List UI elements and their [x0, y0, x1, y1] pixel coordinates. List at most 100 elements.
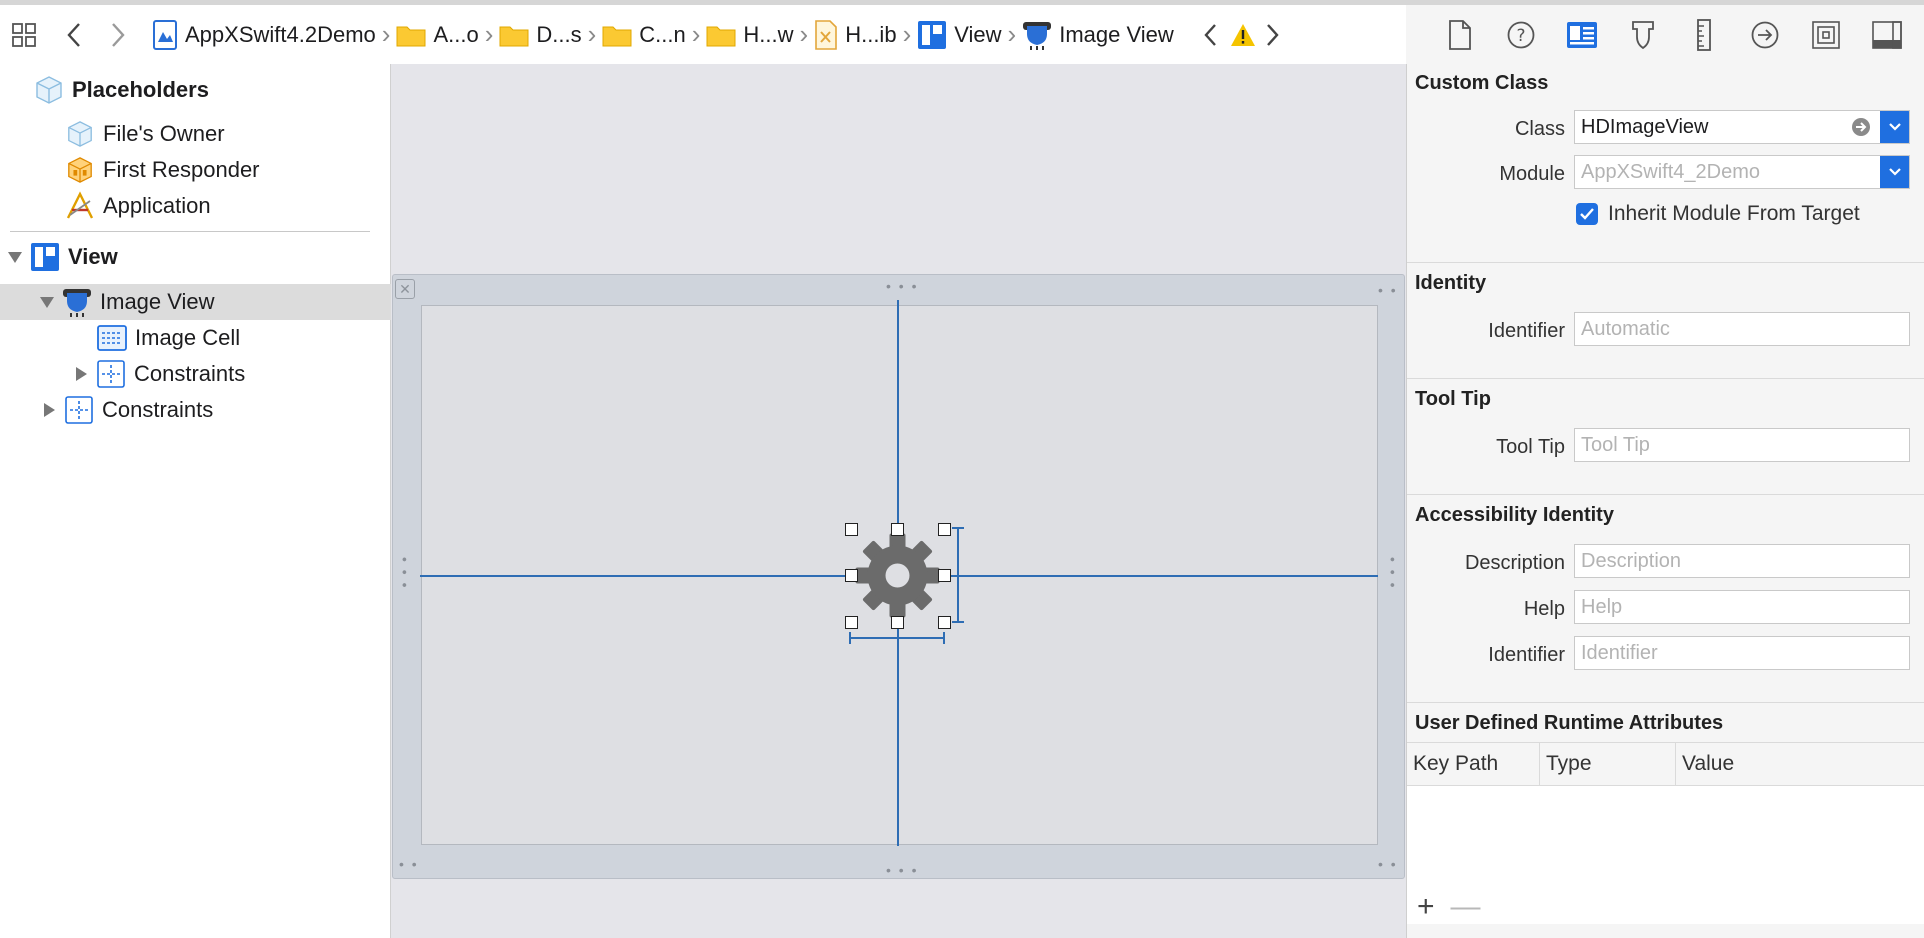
outline-item-files-owner[interactable]: File's Owner: [0, 116, 391, 152]
help-field[interactable]: Help: [1574, 590, 1910, 624]
resize-handle-bottom[interactable]: • • •: [886, 863, 918, 877]
bindings-icon: [1812, 20, 1840, 49]
resize-handle-top-right[interactable]: • •: [1378, 283, 1398, 297]
breadcrumb-image-view[interactable]: Image View: [1022, 15, 1174, 55]
document-outline: Placeholders File's Owner First Responde…: [0, 64, 391, 938]
selection-handle-bottom[interactable]: [891, 616, 904, 629]
section-divider: [1407, 702, 1924, 703]
selected-image-view[interactable]: [850, 528, 945, 623]
resize-handle-top[interactable]: • • •: [886, 279, 918, 293]
resize-handle-left[interactable]: • • •: [397, 557, 413, 589]
next-issue-button[interactable]: [1258, 15, 1288, 55]
selection-handle-top-left[interactable]: [845, 523, 858, 536]
forward-button[interactable]: [96, 15, 140, 55]
breadcrumb-view[interactable]: View: [917, 15, 1002, 55]
section-title-runtime-attributes: User Defined Runtime Attributes: [1415, 712, 1724, 734]
outline-item-constraints-outer[interactable]: Constraints: [0, 392, 391, 428]
breadcrumb-folder-1[interactable]: A...o: [396, 15, 479, 55]
disclosure-open-icon[interactable]: [38, 293, 56, 311]
selection-handle-left[interactable]: [845, 569, 858, 582]
gear-icon: [855, 533, 940, 618]
outline-item-application[interactable]: Application: [0, 188, 391, 224]
help-icon: ?: [1507, 21, 1535, 48]
description-label: Description: [1464, 552, 1565, 574]
chevron-down-icon: [1889, 123, 1901, 131]
selection-handle-top-right[interactable]: [938, 523, 951, 536]
identity-inspector: Custom Class Class HDImageView Module Ap…: [1406, 64, 1924, 938]
outline-section-title: Placeholders: [72, 77, 209, 102]
back-button[interactable]: [52, 15, 96, 55]
section-divider: [1407, 494, 1924, 495]
accessibility-identifier-label: Identifier: [1488, 644, 1565, 666]
column-header-value[interactable]: Value: [1676, 742, 1924, 786]
chevron-right-icon: [112, 22, 125, 47]
resize-handle-right[interactable]: • • •: [1385, 557, 1401, 589]
section-title-tool-tip: Tool Tip: [1415, 388, 1491, 410]
breadcrumb-separator: ›: [484, 19, 494, 49]
class-field[interactable]: HDImageView: [1574, 110, 1910, 144]
description-field[interactable]: Description: [1574, 544, 1910, 578]
related-items-button[interactable]: [2, 15, 46, 55]
resize-handle-bottom-left[interactable]: • •: [399, 857, 419, 871]
disclosure-open-icon[interactable]: [6, 248, 24, 266]
outline-item-image-cell[interactable]: Image Cell: [0, 320, 391, 356]
add-attribute-button[interactable]: +: [1417, 892, 1435, 922]
selection-handle-bottom-right[interactable]: [938, 616, 951, 629]
connections-inspector-tab[interactable]: [1747, 17, 1783, 53]
module-placeholder: AppXSwift4_2Demo: [1581, 161, 1760, 183]
breadcrumb-label: AppXSwift4.2Demo: [185, 21, 376, 47]
runtime-attributes-table[interactable]: [1407, 786, 1924, 924]
identity-inspector-tab[interactable]: [1564, 17, 1600, 53]
help-label: Help: [1523, 598, 1565, 620]
placeholder-cube-icon: [34, 75, 64, 105]
section-title-custom-class: Custom Class: [1415, 72, 1549, 94]
breadcrumb-separator: ›: [799, 19, 809, 49]
attributes-inspector-tab[interactable]: [1625, 17, 1661, 53]
outline-item-first-responder[interactable]: First Responder: [0, 152, 391, 188]
breadcrumb-project[interactable]: AppXSwift4.2Demo: [152, 15, 376, 55]
height-constraint-indicator: [952, 527, 964, 623]
file-inspector-tab[interactable]: [1442, 17, 1478, 53]
column-header-type[interactable]: Type: [1540, 742, 1676, 786]
breadcrumb-folder-3[interactable]: C...n: [602, 15, 686, 55]
disclosure-closed-icon[interactable]: [40, 401, 58, 419]
module-dropdown-button[interactable]: [1880, 156, 1909, 188]
breadcrumb-xib-file[interactable]: H...ib: [814, 15, 897, 55]
selection-handle-bottom-left[interactable]: [845, 616, 858, 629]
outline-item-view[interactable]: View: [0, 239, 391, 275]
size-inspector-tab[interactable]: [1686, 17, 1722, 53]
identity-identifier-field[interactable]: Automatic: [1574, 312, 1910, 346]
remove-attribute-button[interactable]: —: [1451, 892, 1481, 922]
section-divider: [1407, 378, 1924, 379]
quick-help-tab[interactable]: ?: [1503, 17, 1539, 53]
issue-warning-button[interactable]: [1228, 15, 1258, 55]
breadcrumb-label: Image View: [1059, 21, 1174, 47]
view-effects-inspector-tab[interactable]: [1869, 17, 1905, 53]
breadcrumb-folder-2[interactable]: D...s: [499, 15, 582, 55]
first-responder-cube-icon: [65, 155, 95, 185]
inherit-module-checkbox[interactable]: [1576, 203, 1598, 225]
resize-handle-bottom-right[interactable]: • •: [1378, 857, 1398, 871]
tool-tip-field[interactable]: Tool Tip: [1574, 428, 1910, 462]
accessibility-identifier-field[interactable]: Identifier: [1574, 636, 1910, 670]
file-icon: [1449, 19, 1471, 50]
disclosure-closed-icon[interactable]: [72, 365, 90, 383]
tool-tip-label: Tool Tip: [1496, 436, 1565, 458]
previous-issue-button[interactable]: [1192, 15, 1228, 55]
bindings-inspector-tab[interactable]: [1808, 17, 1844, 53]
module-field[interactable]: AppXSwift4_2Demo: [1574, 155, 1910, 189]
outline-item-placeholders[interactable]: Placeholders: [0, 72, 391, 108]
navigate-arrow-icon[interactable]: [1851, 117, 1871, 137]
breadcrumb-folder-4[interactable]: H...w: [706, 15, 794, 55]
selection-handle-top[interactable]: [891, 523, 904, 536]
outline-item-constraints-inner[interactable]: Constraints: [0, 356, 391, 392]
outline-item-image-view[interactable]: Image View: [0, 284, 391, 320]
close-icon[interactable]: ✕: [395, 279, 415, 299]
inherit-module-label[interactable]: Inherit Module From Target: [1608, 202, 1860, 226]
selection-handle-right[interactable]: [938, 569, 951, 582]
column-header-key-path[interactable]: Key Path: [1407, 742, 1540, 786]
chevron-down-icon: [1889, 168, 1901, 176]
folder-icon: [499, 26, 529, 46]
class-dropdown-button[interactable]: [1880, 111, 1909, 143]
class-value: HDImageView: [1581, 116, 1709, 138]
